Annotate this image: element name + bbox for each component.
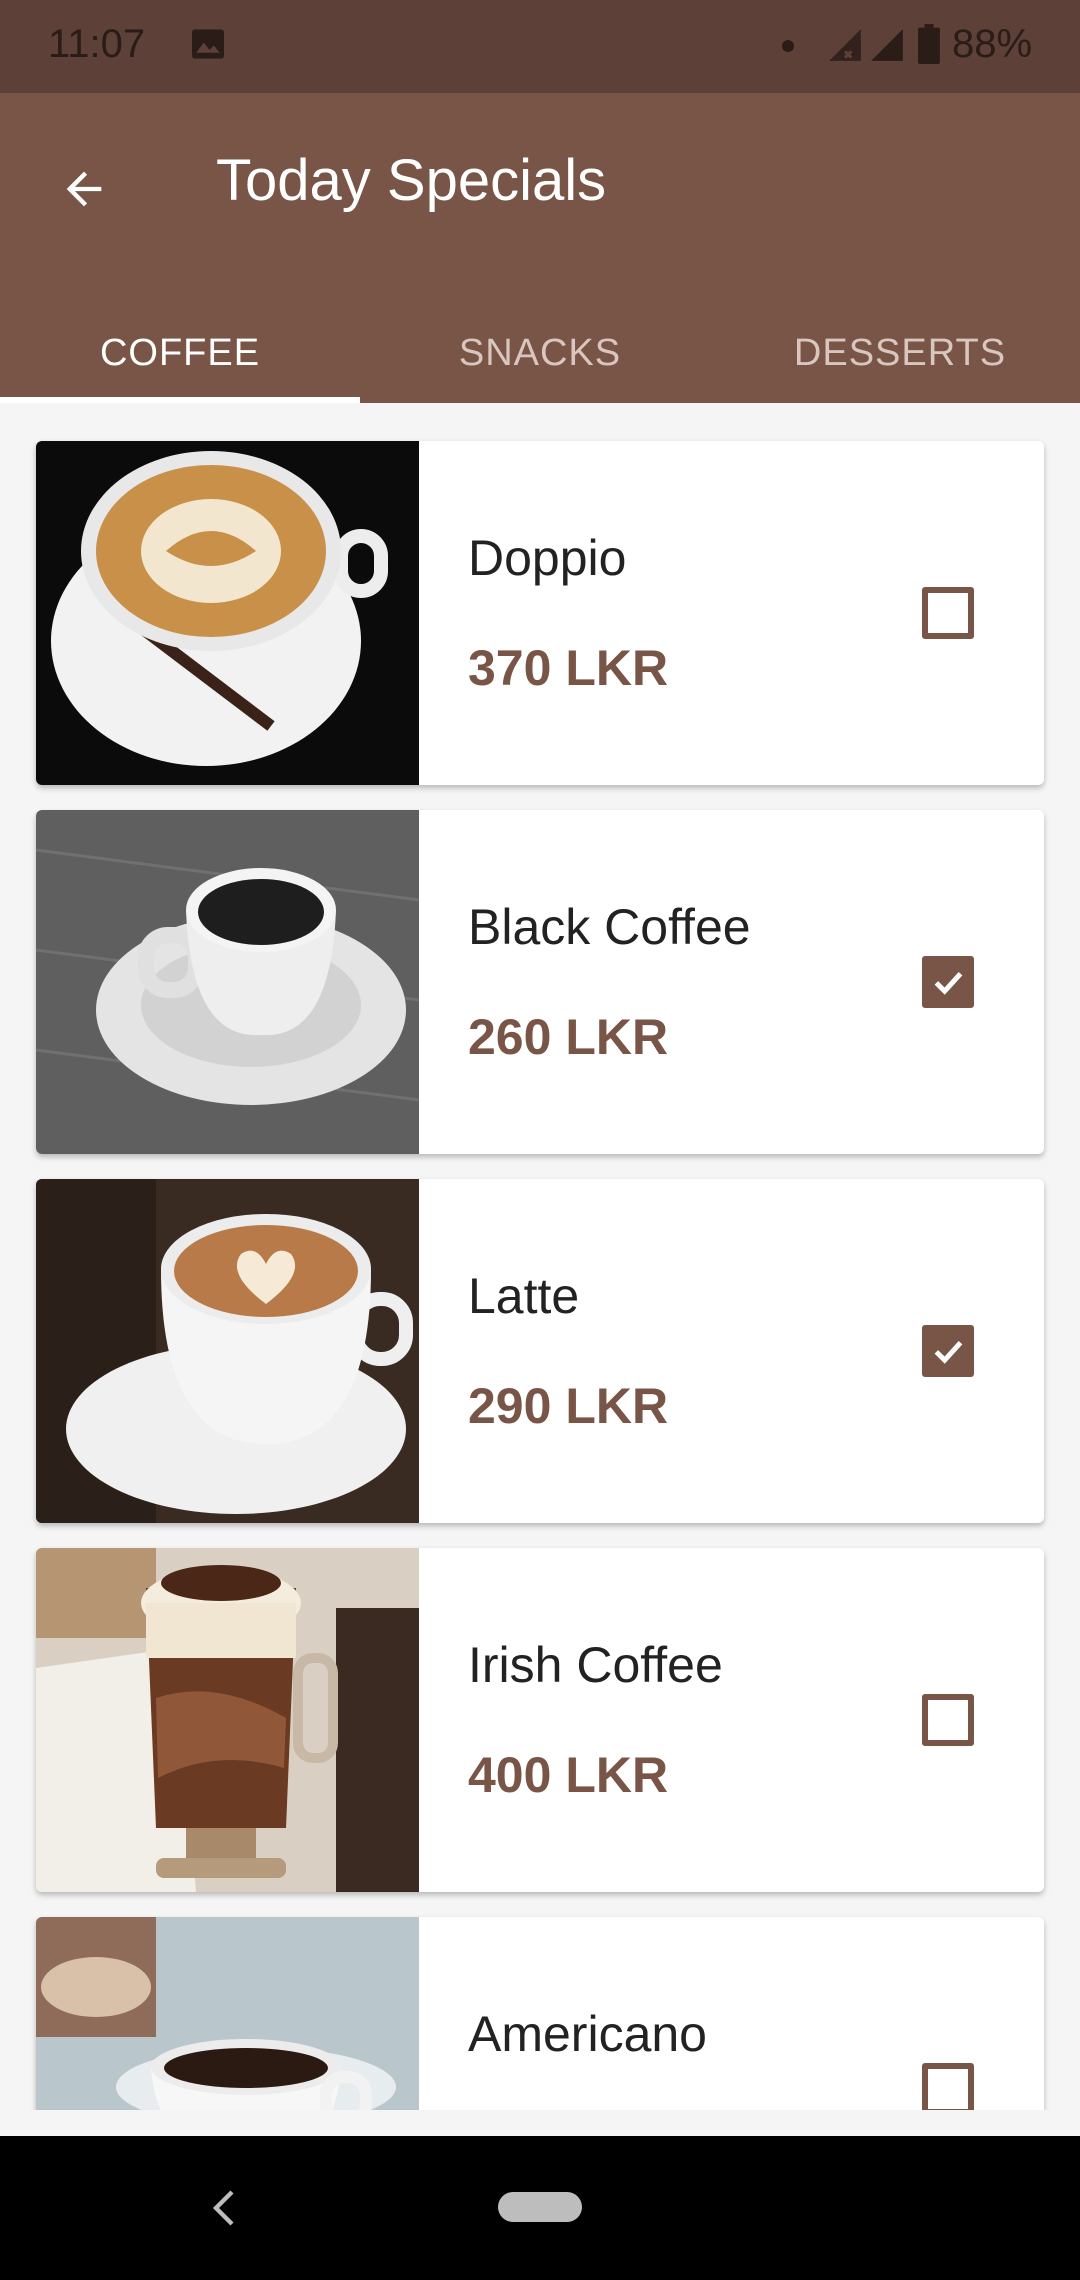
checkmark-icon (934, 971, 963, 995)
battery-icon (918, 24, 940, 64)
coffee-image (36, 1917, 419, 2110)
checkmark-icon (934, 1340, 963, 1364)
item-name: Black Coffee (468, 899, 751, 955)
coffee-image (36, 1179, 419, 1523)
item-name: Latte (468, 1268, 580, 1324)
coffee-image (36, 810, 419, 1154)
select-checkbox[interactable] (922, 956, 974, 1008)
battery-percent: 88% (952, 22, 1033, 66)
tab-desserts[interactable]: DESSERTS (720, 303, 1080, 403)
coffee-image (36, 1548, 419, 1892)
tab-coffee[interactable]: COFFEE (0, 303, 360, 403)
back-button[interactable] (48, 153, 120, 225)
status-bar: 11:07 88% (0, 0, 1080, 93)
list-item[interactable]: Americano (36, 1917, 1044, 2110)
signal-icon (871, 29, 903, 61)
select-checkbox[interactable] (922, 587, 974, 639)
list-item[interactable]: Irish Coffee 400 LKR (36, 1548, 1044, 1892)
coffee-image (36, 441, 419, 785)
item-price: 260 LKR (468, 1009, 669, 1065)
signal-icon (829, 29, 861, 61)
item-price: 290 LKR (468, 1378, 669, 1434)
item-name: Irish Coffee (468, 1637, 723, 1693)
specials-list[interactable]: Doppio 370 LKR Black Coffee 260 LKR Latt… (0, 403, 1080, 2110)
app-bar: Today Specials COFFEE SNACKS DESSERTS (0, 93, 1080, 403)
list-item[interactable]: Black Coffee 260 LKR (36, 810, 1044, 1154)
system-nav-bar (0, 2136, 1080, 2280)
notification-dot (782, 40, 794, 52)
tab-snacks[interactable]: SNACKS (360, 303, 720, 403)
select-checkbox[interactable] (922, 1694, 974, 1746)
gallery-icon (192, 29, 224, 59)
list-item[interactable]: Doppio 370 LKR (36, 441, 1044, 785)
tab-bar: COFFEE SNACKS DESSERTS (0, 303, 1080, 403)
status-time: 11:07 (48, 22, 146, 66)
select-checkbox[interactable] (922, 2063, 974, 2110)
list-item[interactable]: Latte 290 LKR (36, 1179, 1044, 1523)
item-name: Doppio (468, 530, 627, 586)
home-pill[interactable] (498, 2192, 582, 2222)
select-checkbox[interactable] (922, 1325, 974, 1377)
item-name: Americano (468, 2006, 707, 2062)
item-price: 400 LKR (468, 1747, 669, 1803)
arrow-left-icon (66, 171, 102, 207)
nav-back-icon[interactable] (206, 2186, 246, 2230)
page-title: Today Specials (216, 148, 607, 213)
item-price: 370 LKR (468, 640, 669, 696)
